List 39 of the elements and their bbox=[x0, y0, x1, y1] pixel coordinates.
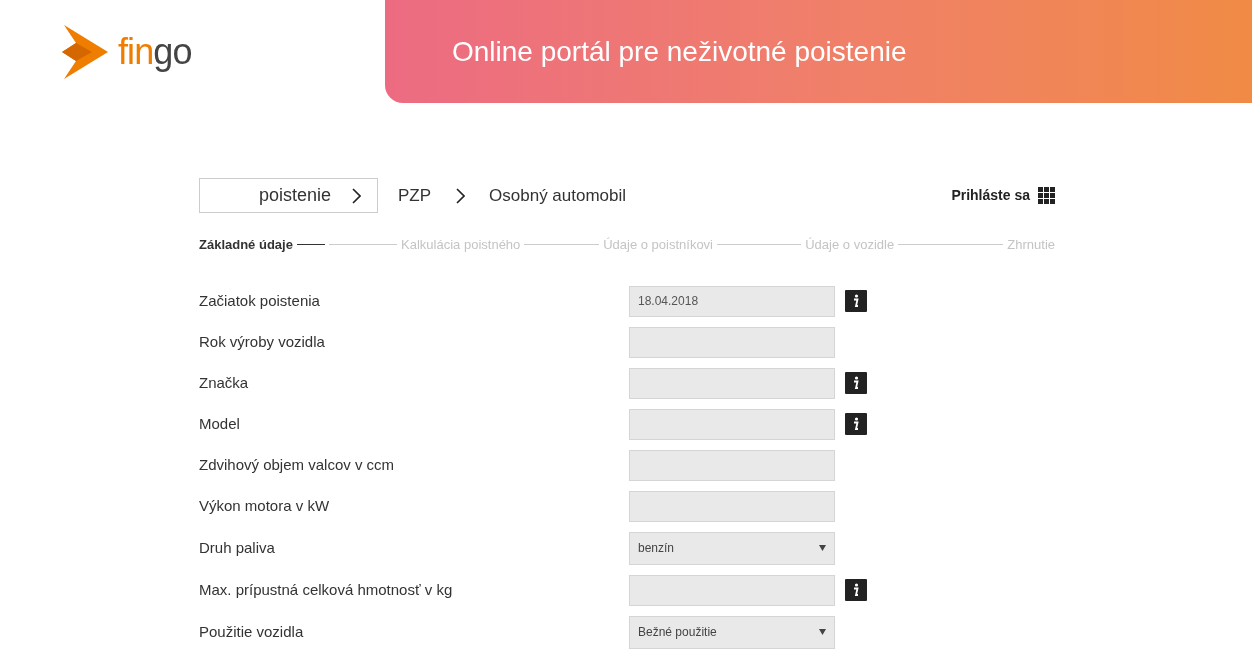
breadcrumb-link[interactable]: Osobný automobil bbox=[489, 182, 627, 209]
input-field[interactable] bbox=[629, 449, 835, 481]
logo-text: fingo bbox=[118, 33, 192, 70]
step-label: Údaje o poistníkovi bbox=[603, 236, 713, 254]
input-field[interactable] bbox=[629, 367, 835, 399]
step-label: Kalkulácia poistného bbox=[401, 236, 521, 254]
info-icon[interactable] bbox=[845, 372, 867, 394]
field-label: Rok výroby vozidla bbox=[199, 331, 326, 352]
step-label: Základné údaje bbox=[199, 236, 293, 254]
input-field[interactable] bbox=[629, 574, 835, 606]
breadcrumb-link[interactable]: PZP bbox=[398, 182, 432, 209]
field-label: Použitie vozidla bbox=[199, 621, 305, 642]
input-field[interactable] bbox=[629, 490, 835, 522]
field-label: Začiatok poistenia bbox=[199, 290, 321, 311]
step-label: Zhrnutie bbox=[1007, 236, 1055, 254]
select-field[interactable]: Bežné použitie bbox=[629, 615, 835, 649]
breadcrumb-button[interactable]: poistenie bbox=[199, 178, 378, 213]
grid-icon bbox=[1038, 187, 1055, 204]
field-label: Výkon motora v kW bbox=[199, 495, 331, 516]
field-label: Značka bbox=[199, 372, 250, 393]
dropdown-caret-icon bbox=[819, 545, 826, 551]
input-field[interactable] bbox=[629, 326, 835, 358]
field-label: Druh paliva bbox=[199, 537, 276, 558]
info-icon[interactable] bbox=[845, 413, 867, 435]
select-field[interactable]: benzín bbox=[629, 531, 835, 565]
input-field[interactable] bbox=[629, 408, 835, 440]
info-icon[interactable] bbox=[845, 579, 867, 601]
field-label: Model bbox=[199, 413, 241, 434]
banner-title: Online portál pre neživotné poistenie bbox=[452, 34, 907, 69]
field-label: Zdvihový objem valcov v ccm bbox=[199, 454, 396, 475]
login-button[interactable]: Prihláste sa bbox=[951, 185, 1055, 206]
fish-logo-icon bbox=[62, 24, 110, 79]
info-icon[interactable] bbox=[845, 290, 867, 312]
field-label: Max. prípustná celková hmotnosť v kg bbox=[199, 579, 454, 600]
dropdown-caret-icon bbox=[819, 629, 826, 635]
chevron-right-icon bbox=[455, 187, 466, 204]
step-label: Údaje o vozidle bbox=[805, 236, 895, 254]
chevron-right-icon bbox=[351, 187, 361, 204]
input-field[interactable]: 18.04.2018 bbox=[629, 285, 835, 317]
